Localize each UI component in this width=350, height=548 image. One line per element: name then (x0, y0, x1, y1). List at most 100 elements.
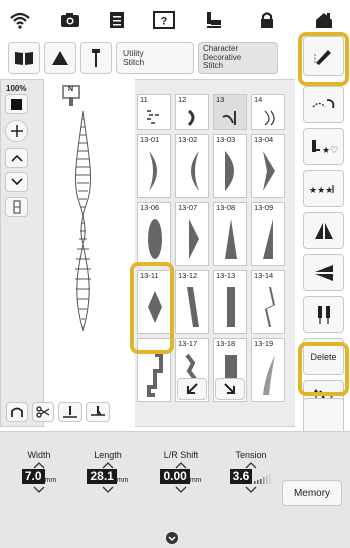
character-decorative-stitch-tab[interactable]: Character Decorative Stitch (198, 42, 278, 74)
bottom-control-bar: Width 7.0 mm Length 28.1 mm L/R Shift 0.00… (0, 431, 350, 548)
prev-page-button[interactable] (177, 378, 207, 400)
move-down-button[interactable] (5, 172, 28, 192)
length-value: 28.1 (87, 469, 117, 484)
stitch-preview (68, 109, 98, 334)
needle-position-button[interactable] (58, 402, 82, 422)
svg-text:?: ? (161, 16, 168, 28)
stitch-tile-13-01[interactable]: 13-01 (137, 134, 171, 198)
stitch-tile-14[interactable]: 14 (251, 94, 285, 130)
pattern-book-button[interactable] (8, 42, 40, 74)
thread-path-button[interactable] (303, 86, 344, 123)
length-label: Length (94, 450, 122, 460)
chevron-down-icon (102, 486, 114, 493)
stitch-number: 13 (216, 95, 225, 104)
tension-up-button[interactable] (220, 462, 282, 469)
zoom-in-button[interactable] (5, 120, 28, 142)
mirror-horizontal-icon (314, 222, 333, 239)
arrow-down-right-icon (224, 383, 235, 394)
width-control: Width 7.0 mm (10, 450, 68, 493)
pivot-button[interactable] (6, 402, 28, 422)
tension-meter-icon (254, 474, 271, 484)
document-icon[interactable] (105, 9, 129, 31)
embroidery-button[interactable] (44, 42, 76, 74)
chevron-up-icon (175, 462, 187, 469)
chevron-up-icon (245, 462, 257, 469)
stitch-tile-11[interactable]: 11 (137, 94, 171, 130)
stitch-tile-13-04[interactable]: 13-04 (251, 134, 285, 198)
blank-button[interactable] (303, 398, 344, 435)
stitch-tile-13-07[interactable]: 13-07 (175, 202, 209, 266)
bottom-handle-icon[interactable] (165, 531, 179, 545)
stitch-tile-13-09[interactable]: 13-09 (251, 202, 285, 266)
next-page-button[interactable] (215, 378, 245, 400)
mirror-star-button[interactable]: ★♡ (303, 128, 344, 165)
pivot-icon (11, 407, 23, 417)
bar-icon (12, 200, 21, 214)
shift-unit: mm (189, 477, 202, 484)
width-label: Width (27, 450, 51, 460)
mirror-horizontal-button[interactable] (303, 212, 344, 249)
scroll-bar-button[interactable] (5, 197, 28, 217)
mirror-vertical-button[interactable] (303, 254, 344, 291)
star-pattern-button[interactable]: ★★★ (303, 170, 344, 207)
stitch-tile-13-03[interactable]: 13-03 (213, 134, 247, 198)
presser-foot-lift-button[interactable] (86, 402, 110, 422)
needle-position-icon (63, 406, 77, 418)
width-down-button[interactable] (10, 486, 68, 493)
stitch-tile-13-02[interactable]: 13-02 (175, 134, 209, 198)
tension-label: Tension (235, 450, 267, 460)
stitch-tile-12[interactable]: 12 (175, 94, 209, 130)
stitch-number: 11 (140, 95, 148, 104)
stitch-tile-13-06[interactable]: 13-06 (137, 202, 171, 266)
tension-control: Tension 3.6 (220, 450, 282, 493)
stitch-number: 13-12 (178, 271, 198, 280)
chevron-up-icon (33, 462, 45, 469)
width-up-button[interactable] (10, 462, 68, 469)
thread-icon[interactable] (202, 9, 226, 31)
length-up-button[interactable] (76, 462, 140, 469)
svg-text:★★★: ★★★ (309, 186, 333, 195)
stitch-number: 13-14 (254, 271, 274, 280)
camera-icon[interactable] (58, 9, 82, 31)
edit-highlight (298, 32, 349, 86)
stitch-tile-13-13[interactable]: 13-13 (213, 270, 247, 334)
length-control: Length 28.1 mm (76, 450, 140, 493)
triangle-icon (52, 51, 68, 65)
thread-cutter-button[interactable] (32, 402, 54, 422)
presser-foot-icon: N (60, 84, 82, 108)
presser-foot-label: N (68, 86, 74, 93)
twin-needle-button[interactable] (303, 296, 344, 333)
shift-control: L/R Shift 0.00 mm (148, 450, 214, 493)
length-down-button[interactable] (76, 486, 140, 493)
stitch-preview-area: N (44, 79, 135, 427)
wifi-icon[interactable] (8, 9, 32, 31)
black-square-icon (11, 98, 22, 110)
stitch-number: 13-01 (140, 135, 160, 144)
lock-icon[interactable] (255, 9, 279, 31)
move-up-button[interactable] (5, 148, 28, 168)
shift-down-button[interactable] (148, 486, 214, 493)
tension-value: 3.6 (229, 469, 253, 484)
shift-up-button[interactable] (148, 462, 214, 469)
needle-button[interactable] (80, 42, 112, 74)
utility-stitch-tab[interactable]: Utility Stitch (116, 42, 194, 74)
stitch-tile-13-12[interactable]: 13-12 (175, 270, 209, 334)
help-icon[interactable]: ? (152, 9, 176, 31)
shift-value: 0.00 (160, 469, 190, 484)
twin-needle-icon (317, 305, 330, 324)
stitch-tile-13-19[interactable]: 13-19 (251, 338, 285, 402)
scissors-icon (36, 406, 50, 418)
stitch-tile-13[interactable]: 13 (213, 94, 247, 130)
pattern-star-icon: ★♡ (311, 139, 338, 155)
tension-down-button[interactable] (220, 486, 282, 493)
stitch-tile-13-14[interactable]: 13-14 (251, 270, 285, 334)
stitch-number: 13-02 (178, 135, 198, 144)
memory-button[interactable]: Memory (282, 480, 342, 506)
needle-icon (92, 49, 100, 67)
book-icon (15, 52, 33, 65)
stitch-tile-13-08[interactable]: 13-08 (213, 202, 247, 266)
color-button[interactable] (5, 94, 28, 114)
stitch-number: 13-13 (216, 271, 236, 280)
stitch-number: 13-18 (216, 339, 236, 348)
shift-label: L/R Shift (163, 450, 199, 460)
